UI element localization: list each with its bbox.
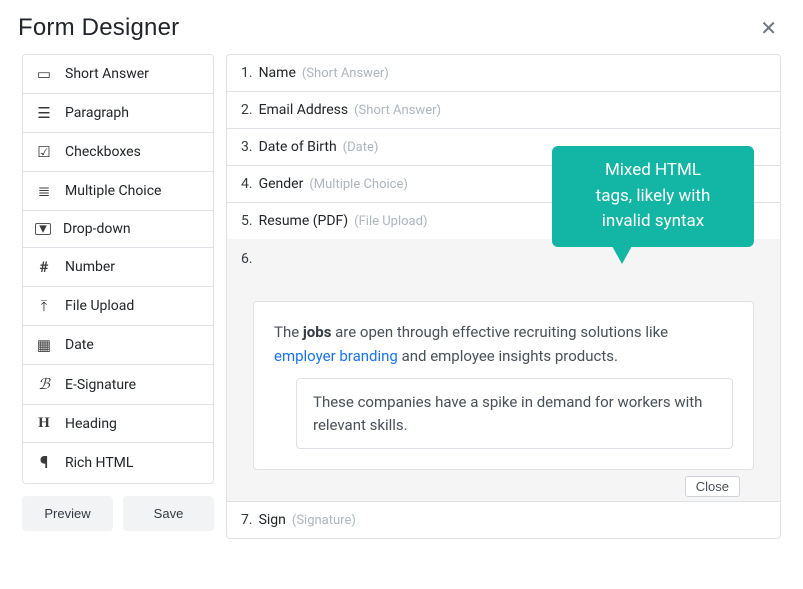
field-label: Gender — [259, 176, 304, 192]
field-row[interactable]: 7. Sign (Signature) — [227, 502, 780, 538]
callout-text: invalid syntax — [602, 211, 704, 231]
field-label: Name — [259, 65, 296, 81]
rich-text: The — [274, 323, 303, 341]
field-index: 5. — [241, 213, 253, 229]
field-type: (File Upload) — [354, 214, 427, 229]
palette-label: Drop-down — [63, 221, 131, 237]
field-type: (Multiple Choice) — [309, 177, 408, 192]
field-index: 3. — [241, 139, 253, 155]
sidebar: ▭ Short Answer ☰ Paragraph ☑ Checkboxes ≣ Multi… — [22, 54, 214, 539]
close-button[interactable]: Close — [685, 476, 740, 497]
callout-text: tags, likely with — [596, 186, 711, 206]
field-type: (Signature) — [292, 513, 356, 528]
palette-item[interactable]: ℬ E-Signature — [23, 365, 213, 405]
palette-item[interactable]: ▭ Short Answer — [23, 55, 213, 94]
file-upload-icon: ⤒ — [35, 297, 53, 315]
field-label: Sign — [259, 512, 286, 528]
save-button[interactable]: Save — [123, 496, 214, 531]
palette-label: Rich HTML — [65, 455, 133, 471]
field-label: Date of Birth — [259, 139, 337, 155]
palette-label: Date — [65, 337, 94, 353]
field-label: Resume (PDF) — [259, 213, 349, 229]
signature-icon: ℬ — [35, 375, 53, 394]
field-type: (Date) — [343, 140, 379, 155]
short-answer-icon: ▭ — [35, 65, 53, 83]
field-row[interactable]: 2. Email Address (Short Answer) — [227, 92, 780, 129]
field-index: 7. — [241, 512, 253, 528]
close-icon[interactable]: ✕ — [756, 14, 781, 42]
field-editor: Mixed HTML tags, likely with invalid syn… — [227, 239, 780, 502]
palette-label: File Upload — [65, 298, 134, 314]
component-palette: ▭ Short Answer ☰ Paragraph ☑ Checkboxes ≣ Multi… — [22, 54, 214, 484]
palette-item[interactable]: ▦ Date — [23, 326, 213, 365]
palette-item[interactable]: ▾ Drop-down — [23, 211, 213, 248]
rich-link[interactable]: employer branding — [274, 347, 398, 365]
field-index: 6. — [241, 251, 253, 267]
palette-item[interactable]: H Heading — [23, 405, 213, 443]
paragraph-icon: ☰ — [35, 104, 53, 122]
field-row[interactable]: 1. Name (Short Answer) — [227, 55, 780, 92]
multiple-choice-icon: ≣ — [35, 182, 53, 200]
palette-item[interactable]: ¶ Rich HTML — [23, 443, 213, 483]
rich-bold: jobs — [303, 323, 332, 341]
palette-label: Short Answer — [65, 66, 149, 82]
field-type: (Short Answer) — [302, 66, 389, 81]
field-index: 1. — [241, 65, 253, 81]
palette-item[interactable]: # Number — [23, 248, 213, 287]
palette-label: Checkboxes — [65, 144, 141, 160]
palette-label: Heading — [65, 416, 117, 432]
palette-label: Paragraph — [65, 105, 129, 121]
field-index: 2. — [241, 102, 253, 118]
rich-text: are open through effective recruiting so… — [331, 323, 668, 341]
palette-item[interactable]: ≣ Multiple Choice — [23, 172, 213, 211]
drop-down-icon: ▾ — [35, 223, 51, 235]
palette-item[interactable]: ☑ Checkboxes — [23, 133, 213, 172]
nested-block: These companies have a spike in demand f… — [296, 378, 733, 449]
form-canvas: 1. Name (Short Answer) 2. Email Address (Shor… — [226, 54, 781, 539]
palette-label: Multiple Choice — [65, 183, 161, 199]
heading-icon: H — [35, 415, 53, 432]
rich-html-preview[interactable]: The jobs are open through effective recr… — [253, 301, 754, 470]
rich-text: and employee insights products. — [398, 347, 618, 365]
callout-tooltip: Mixed HTML tags, likely with invalid syn… — [552, 146, 754, 247]
palette-item[interactable]: ☰ Paragraph — [23, 94, 213, 133]
field-index: 4. — [241, 176, 253, 192]
field-type: (Short Answer) — [354, 103, 441, 118]
palette-label: Number — [65, 259, 115, 275]
date-icon: ▦ — [35, 336, 53, 354]
page-title: Form Designer — [18, 14, 179, 42]
palette-label: E-Signature — [65, 377, 136, 393]
preview-button[interactable]: Preview — [22, 496, 113, 531]
number-icon: # — [35, 258, 53, 276]
rich-html-icon: ¶ — [35, 453, 53, 473]
palette-item[interactable]: ⤒ File Upload — [23, 287, 213, 326]
checkboxes-icon: ☑ — [35, 143, 53, 161]
field-label: Email Address — [259, 102, 349, 118]
callout-text: Mixed HTML — [605, 160, 701, 180]
